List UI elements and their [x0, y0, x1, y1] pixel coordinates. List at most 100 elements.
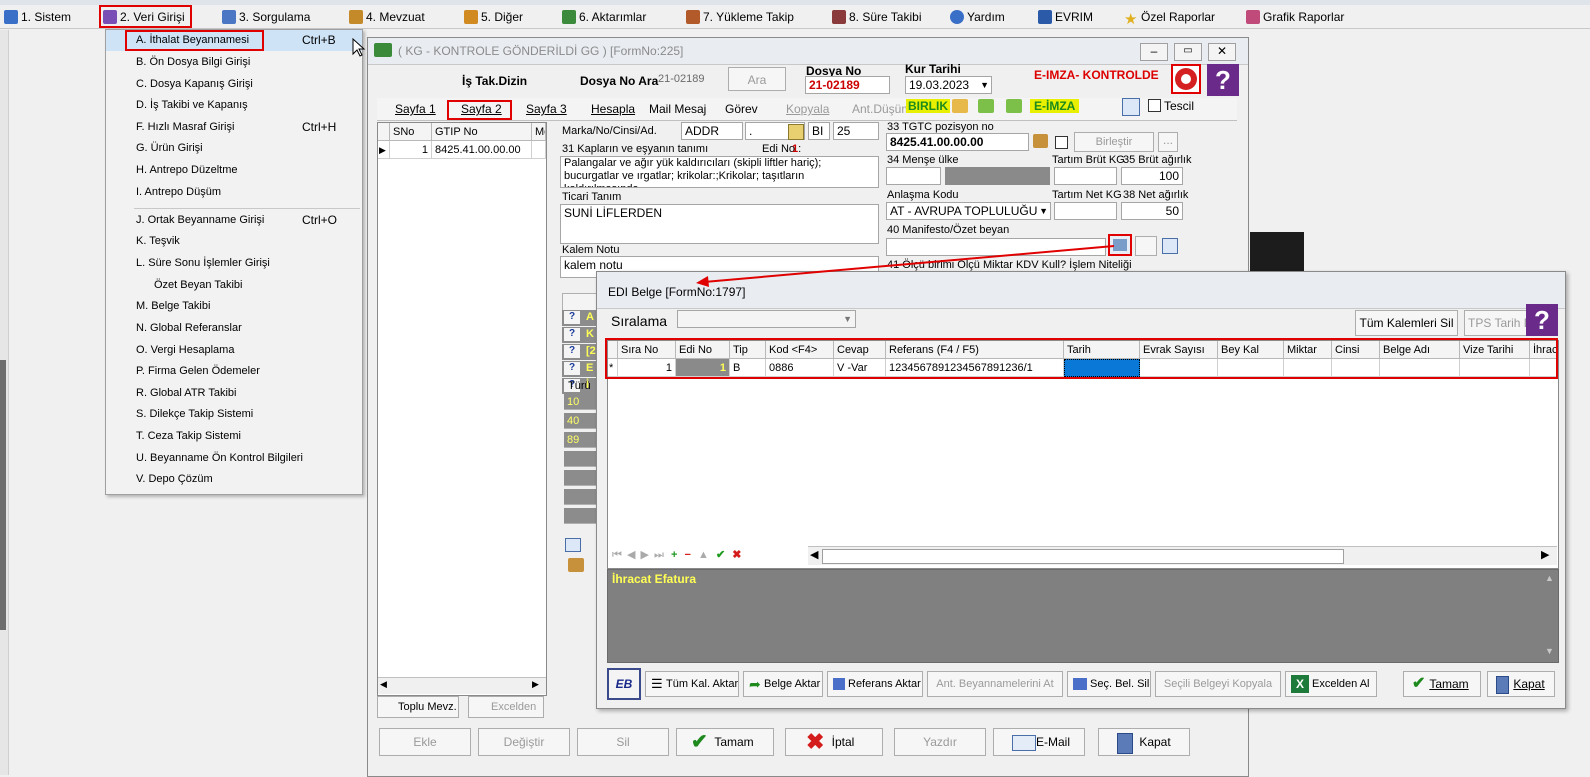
next-record-icon[interactable]: ▶: [641, 549, 649, 561]
menu-sorgulama[interactable]: 3. Sorgulama: [222, 8, 310, 26]
tum-kal-aktar-button[interactable]: ☰ Tüm Kal. Aktar: [645, 671, 739, 697]
marka-field[interactable]: ADDR: [681, 122, 743, 140]
menu-grafik-raporlar[interactable]: Grafik Raporlar: [1246, 8, 1344, 26]
left-scroll-thumb[interactable]: [0, 360, 6, 630]
menu-yardim[interactable]: Yardım: [950, 8, 1005, 26]
tab-mail-mesaj[interactable]: Mail Mesaj: [649, 100, 706, 118]
mense-field[interactable]: [886, 167, 941, 185]
print-icon[interactable]: [568, 558, 584, 572]
last-record-icon[interactable]: ⏭: [654, 549, 664, 561]
menu-item-is-takibi[interactable]: D. İş Takibi ve Kapanış: [106, 95, 362, 116]
close-button[interactable]: ✕: [1208, 43, 1236, 61]
menu-item-antrepo-dusum[interactable]: I. Antrepo Düşüm: [106, 182, 362, 203]
menu-item-global-atr[interactable]: R. Global ATR Takibi: [106, 383, 362, 404]
is-tak-dizin-label[interactable]: İş Tak.Dizin: [462, 74, 527, 88]
first-record-icon[interactable]: ⏮: [612, 549, 622, 561]
menu-item-hizli-masraf[interactable]: F. Hızlı Masraf Girişi Ctrl+H: [106, 117, 362, 138]
menu-item-antrepo-duzeltme[interactable]: H. Antrepo Düzeltme: [106, 160, 362, 181]
folder-icon[interactable]: [952, 99, 968, 113]
bell-button[interactable]: [1171, 64, 1201, 94]
grid-cell-me[interactable]: [532, 141, 546, 159]
menu-ozel-raporlar[interactable]: ★ Özel Raporlar: [1124, 8, 1215, 27]
tab-sayfa-1[interactable]: Sayfa 1: [395, 100, 436, 118]
siralama-select[interactable]: ▼: [677, 310, 856, 328]
kur-tarihi-field[interactable]: 19.03.2023 ▼: [905, 76, 992, 94]
search-doc-icon[interactable]: [1122, 98, 1140, 116]
net-field[interactable]: 50: [1121, 202, 1183, 220]
menu-item-tesvik[interactable]: K. Teşvik: [106, 231, 362, 252]
secili-belgeyi-kopyala-button[interactable]: Seçili Belgeyi Kopyala: [1155, 671, 1281, 697]
tps-tarih-button[interactable]: TPS Tarih D: [1464, 310, 1528, 336]
edi-kapat-button[interactable]: Kapat: [1487, 671, 1555, 697]
edi-tamam-button[interactable]: ✔ Tamam: [1403, 671, 1481, 697]
ekle-button[interactable]: Ekle: [379, 728, 471, 756]
kapat-main-button[interactable]: Kapat: [1098, 728, 1190, 756]
tartim-net-field[interactable]: [1054, 202, 1117, 220]
tab-sayfa-3[interactable]: Sayfa 3: [526, 100, 567, 118]
add-record-icon[interactable]: +: [671, 549, 677, 561]
tab-gorev[interactable]: Görev: [725, 100, 758, 118]
menu-item-urun-girisi[interactable]: G. Ürün Girişi: [106, 138, 362, 159]
menu-item-dilekce[interactable]: S. Dilekçe Takip Sistemi: [106, 404, 362, 425]
tgtc-checkbox[interactable]: [1055, 136, 1068, 149]
memo-scroll-down-icon[interactable]: ▼: [1545, 646, 1554, 656]
menu-item-on-kontrol[interactable]: U. Beyanname Ön Kontrol Bilgileri: [106, 448, 362, 469]
ant-beyannamelerini-at-button[interactable]: Ant. Beyannamelerini At: [927, 671, 1063, 697]
edi-memo[interactable]: İhracat Efatura ▲ ▼: [607, 569, 1559, 663]
email-button[interactable]: E-Mail: [993, 728, 1085, 756]
menu-item-depo-cozum[interactable]: V. Depo Çözüm: [106, 469, 362, 490]
tgtc-field[interactable]: 8425.41.00.00.00: [886, 133, 1029, 151]
tum-kalemleri-sil-button[interactable]: Tüm Kalemleri Sil: [1355, 310, 1458, 336]
help-question-button[interactable]: ?: [1207, 64, 1239, 96]
edit-icon[interactable]: [788, 124, 804, 140]
grid-cell-sno[interactable]: 1: [390, 141, 432, 159]
sil-button[interactable]: Sil: [577, 728, 669, 756]
cancel-record-icon[interactable]: ✖: [732, 549, 741, 561]
post-record-icon[interactable]: ✔: [716, 549, 725, 561]
anlasma-field[interactable]: AT - AVRUPA TOPLULUĞU ▼: [886, 202, 1051, 220]
tamam-button[interactable]: ✔ Tamam: [676, 728, 774, 756]
menu-item-vergi-hesaplama[interactable]: O. Vergi Hesaplama: [106, 340, 362, 361]
side-row-2[interactable]: ? [2: [562, 344, 600, 360]
tab-kopyala[interactable]: Kopyala: [786, 100, 829, 118]
menu-diger[interactable]: 5. Diğer: [464, 8, 523, 26]
birlestir-button[interactable]: Birleştir: [1074, 132, 1154, 152]
memo-scroll-up-icon[interactable]: ▲: [1545, 573, 1554, 583]
edit-record-icon[interactable]: ▲: [698, 549, 709, 561]
side-row-e[interactable]: ? E: [562, 361, 600, 377]
birlik-badge[interactable]: BIRLIK: [906, 99, 950, 113]
toplu-mevz-button[interactable]: Toplu Mevz.: [377, 696, 459, 718]
kap-adedi-field[interactable]: 25: [833, 122, 879, 140]
belge-aktar-button[interactable]: ➦ Belge Aktar: [743, 671, 823, 697]
iptal-button[interactable]: ✖ İptal: [785, 728, 883, 756]
menu-mevzuat[interactable]: 4. Mevzuat: [349, 8, 425, 26]
scroll-right-icon[interactable]: ▶: [1541, 548, 1549, 561]
menu-yukleme-takip[interactable]: 7. Yükleme Takip: [686, 8, 794, 26]
ara-button[interactable]: Ara: [728, 67, 786, 91]
menu-item-firma-odemeler[interactable]: P. Firma Gelen Ödemeler: [106, 361, 362, 382]
menu-item-dosya-kapanis[interactable]: C. Dosya Kapanış Girişi: [106, 74, 362, 95]
excelden-al-button[interactable]: X Excelden Al: [1285, 671, 1377, 697]
manifesto-blank-button[interactable]: [1135, 236, 1157, 256]
eb-button[interactable]: EB: [607, 668, 641, 700]
dosya-no-field[interactable]: 21-02189: [805, 76, 890, 94]
delete-record-icon[interactable]: −: [685, 549, 691, 561]
menu-item-ceza-takip[interactable]: T. Ceza Takip Sistemi: [106, 426, 362, 447]
menu-item-global-referanslar[interactable]: N. Global Referanslar: [106, 318, 362, 339]
e-imza-badge[interactable]: E-İMZA: [1030, 99, 1080, 113]
upload-icon[interactable]: [978, 99, 994, 113]
menu-sure-takibi[interactable]: 8. Süre Takibi: [832, 8, 922, 26]
yazdir-button[interactable]: Yazdır: [894, 728, 986, 756]
side-row-k[interactable]: ? K: [562, 327, 600, 343]
side-row-a[interactable]: ? A: [562, 310, 600, 326]
bi-field[interactable]: BI: [808, 122, 830, 140]
edi-hscrollbar[interactable]: ◀ ▶: [808, 546, 1557, 565]
scroll-left-icon[interactable]: ◀: [810, 548, 818, 561]
tartim-brut-field[interactable]: [1054, 167, 1117, 185]
menu-item-ozet-beyan[interactable]: Özet Beyan Takibi: [106, 275, 362, 296]
maximize-button[interactable]: ▭: [1174, 43, 1202, 61]
menu-aktarimlar[interactable]: 6. Aktarımlar: [562, 8, 646, 26]
grid-cell-gtip[interactable]: 8425.41.00.00.00: [432, 141, 532, 159]
brut-field[interactable]: 100: [1121, 167, 1183, 185]
grid-header-sno[interactable]: SNo: [390, 123, 432, 141]
